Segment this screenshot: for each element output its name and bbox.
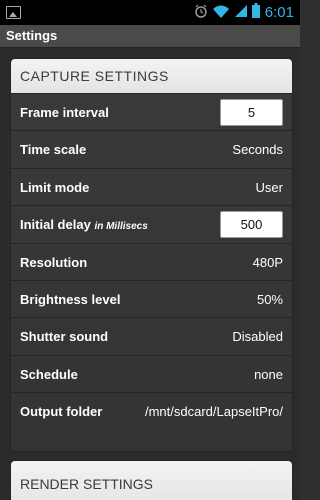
page-title: Settings: [6, 28, 58, 43]
setting-resolution[interactable]: Resolution 480P: [11, 242, 292, 280]
setting-value: none: [254, 366, 283, 382]
setting-label: Frame interval: [20, 105, 109, 120]
capture-settings-header: CAPTURE SETTINGS: [11, 59, 292, 93]
setting-initial-delay[interactable]: Initial delay in Millisecs 500: [11, 205, 292, 242]
setting-schedule[interactable]: Schedule none: [11, 354, 292, 392]
setting-sublabel: in Millisecs: [94, 221, 148, 233]
settings-content[interactable]: CAPTURE SETTINGS Frame interval 5 Time s…: [0, 48, 300, 500]
setting-shutter-sound[interactable]: Shutter sound Disabled: [11, 317, 292, 354]
setting-value: User: [255, 179, 283, 195]
status-time: 6:01: [264, 4, 294, 21]
setting-label-text: Initial delay: [20, 217, 91, 233]
wifi-icon: [213, 5, 229, 18]
render-settings-header: RENDER SETTINGS: [11, 461, 292, 500]
status-icons: [194, 3, 260, 18]
setting-label: Initial delay in Millisecs: [20, 206, 148, 243]
setting-value: 50%: [256, 291, 283, 307]
setting-label: Resolution: [20, 254, 88, 270]
setting-value: /mnt/sdcard/LapseItPro/: [144, 404, 283, 420]
battery-icon: [252, 3, 260, 18]
initial-delay-input[interactable]: 500: [220, 211, 283, 239]
render-settings-card: RENDER SETTINGS: [10, 460, 293, 500]
app-title-bar: Settings: [0, 25, 300, 48]
setting-value: Disabled: [232, 329, 283, 345]
setting-value: Seconds: [232, 142, 283, 158]
setting-frame-interval[interactable]: Frame interval 5: [11, 93, 292, 130]
setting-label: Shutter sound: [20, 329, 109, 345]
signal-icon: [235, 4, 247, 17]
capture-settings-card: CAPTURE SETTINGS Frame interval 5 Time s…: [10, 58, 293, 452]
setting-brightness-level[interactable]: Brightness level 50%: [11, 279, 292, 317]
setting-limit-mode[interactable]: Limit mode User: [11, 167, 292, 205]
setting-output-folder[interactable]: Output folder /mnt/sdcard/LapseItPro/: [11, 392, 292, 429]
setting-time-scale[interactable]: Time scale Seconds: [11, 130, 292, 167]
setting-label: Output folder: [20, 404, 103, 420]
status-bar: 6:01: [0, 0, 300, 25]
alarm-icon: [195, 4, 207, 18]
setting-label: Limit mode: [20, 179, 90, 195]
frame-interval-input[interactable]: 5: [220, 99, 283, 126]
setting-label: Time scale: [20, 142, 87, 158]
setting-label: Schedule: [20, 366, 78, 382]
image-icon: [6, 6, 21, 19]
setting-value: 480P: [252, 254, 283, 270]
setting-label: Brightness level: [20, 291, 121, 307]
